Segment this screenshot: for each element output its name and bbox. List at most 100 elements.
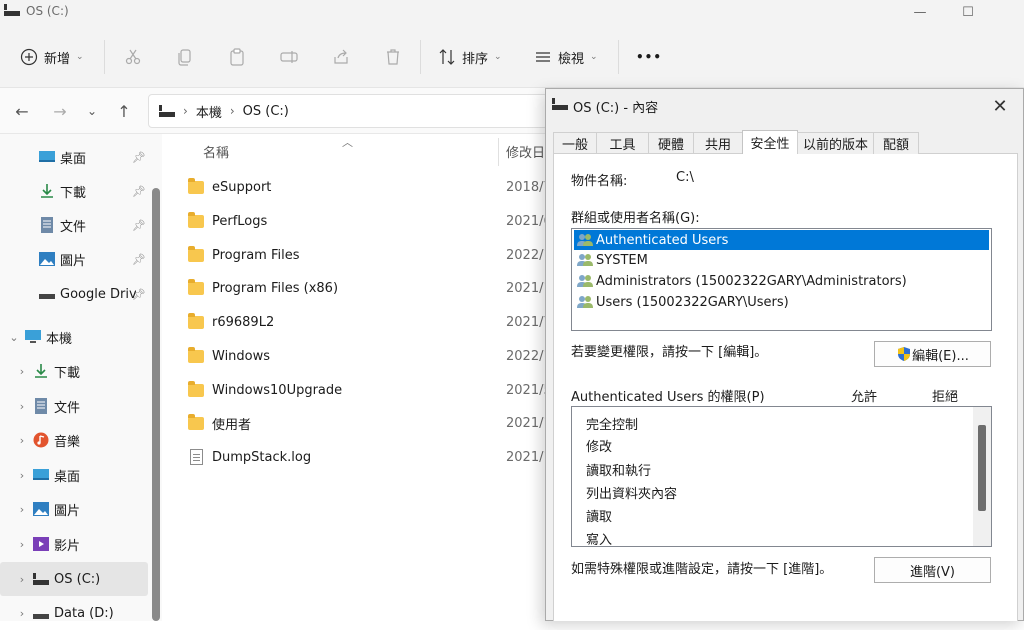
tab-quota[interactable]: 配額: [873, 132, 919, 154]
sidebar-item-google-drive[interactable]: Google Drive 📌︎: [0, 277, 148, 311]
file-name: eSupport: [212, 179, 272, 195]
users-group-icon: [577, 234, 593, 246]
edit-button[interactable]: 編輯(E)...: [874, 341, 991, 367]
file-date: 2021/5: [506, 382, 548, 398]
toolbar-divider: [618, 40, 619, 74]
uac-shield-icon: [898, 347, 911, 361]
folder-icon: [188, 312, 204, 329]
user-name: Authenticated Users: [596, 232, 729, 248]
toolbar-divider: [420, 40, 421, 74]
user-row-system[interactable]: SYSTEM: [574, 250, 989, 270]
drive-icon: [4, 4, 20, 16]
sort-ascending-icon: ︿: [342, 136, 353, 149]
drive-icon: [552, 98, 568, 110]
sidebar-item-pc-downloads[interactable]: › 下載: [0, 354, 148, 388]
file-row-dumpstack-log[interactable]: DumpStack.log 2021/1: [178, 440, 548, 474]
paste-button[interactable]: [220, 40, 254, 74]
desktop-icon: [39, 151, 55, 162]
file-date: 2018/7: [506, 179, 548, 195]
delete-button[interactable]: [376, 40, 410, 74]
paste-icon: [230, 48, 244, 66]
pin-icon: 📌︎: [132, 252, 146, 266]
sidebar-item-pc-documents[interactable]: › 文件: [0, 389, 148, 423]
minimize-button[interactable]: —: [898, 0, 942, 24]
sidebar-item-desktop[interactable]: 桌面 📌︎: [0, 140, 148, 174]
column-header-modified[interactable]: 修改日: [506, 142, 548, 161]
permission-write: 寫入: [586, 533, 613, 548]
command-bar: [0, 24, 1024, 88]
sidebar-item-label: 圖片: [54, 503, 81, 519]
pin-icon: 📌︎: [132, 184, 146, 198]
sidebar-item-pc-desktop[interactable]: › 桌面: [0, 458, 148, 492]
user-row-users[interactable]: Users (15002322GARY\Users): [574, 292, 989, 312]
more-options-button[interactable]: •••: [636, 40, 662, 74]
chevron-down-icon: ⌄: [590, 52, 598, 62]
tab-tools[interactable]: 工具: [596, 132, 649, 154]
users-group-icon: [577, 275, 593, 287]
file-date: 2021/1: [506, 280, 548, 296]
view-button[interactable]: 檢視 ⌄: [534, 40, 598, 74]
permissions-scrollbar-thumb[interactable]: [978, 425, 986, 511]
sidebar-item-pc-music[interactable]: › 音樂: [0, 423, 148, 457]
tab-previous-versions[interactable]: 以前的版本: [797, 132, 874, 154]
sidebar-item-data-d[interactable]: › Data (D:): [0, 596, 148, 630]
sidebar-item-pc-videos[interactable]: › 影片: [0, 527, 148, 561]
new-label: 新增: [44, 51, 71, 67]
breadcrumb-os-c[interactable]: OS (C:): [243, 104, 289, 119]
copy-icon: [178, 49, 191, 66]
groups-label: 群組或使用者名稱(G):: [571, 211, 700, 226]
column-divider[interactable]: [498, 138, 499, 166]
delete-icon: [387, 49, 399, 65]
file-row-r69689l2[interactable]: r69689L2 2021/7: [178, 305, 548, 339]
file-row-windows10upgrade[interactable]: Windows10Upgrade 2021/5: [178, 373, 548, 407]
cut-button[interactable]: [116, 40, 150, 74]
file-row-users[interactable]: 使用者 2021/1: [178, 406, 548, 440]
folder-icon: [188, 278, 204, 295]
forward-button[interactable]: →: [46, 96, 74, 126]
tab-hardware[interactable]: 硬體: [648, 132, 694, 154]
advanced-button[interactable]: 進階(V): [874, 557, 991, 583]
sidebar-item-pictures[interactable]: 圖片 📌︎: [0, 242, 148, 276]
close-button[interactable]: ✕: [988, 94, 1012, 118]
folder-icon: [188, 380, 204, 397]
tab-sharing[interactable]: 共用: [693, 132, 743, 154]
permission-modify: 修改: [586, 440, 613, 455]
sidebar-item-os-c[interactable]: › OS (C:): [0, 562, 148, 596]
share-button[interactable]: [324, 40, 358, 74]
rename-button[interactable]: [272, 40, 306, 74]
user-name: SYSTEM: [596, 252, 648, 268]
pictures-icon: [39, 252, 55, 266]
user-row-administrators[interactable]: Administrators (15002322GARY\Administrat…: [574, 271, 989, 291]
back-button[interactable]: ←: [8, 96, 36, 126]
user-row-authenticated-users[interactable]: Authenticated Users: [574, 230, 989, 250]
sidebar-item-this-pc[interactable]: ⌄ 本機: [0, 320, 148, 354]
new-button[interactable]: 新增 ⌄: [20, 40, 84, 74]
sidebar-item-pc-pictures[interactable]: › 圖片: [0, 492, 148, 526]
sidebar-scrollbar[interactable]: [152, 188, 160, 621]
file-date: 2022/1: [506, 348, 548, 364]
sidebar-item-downloads[interactable]: 下載 📌︎: [0, 174, 148, 208]
documents-icon: [35, 398, 47, 414]
recent-locations-button[interactable]: ⌄: [78, 96, 106, 126]
file-row-program-files-x86[interactable]: Program Files (x86) 2021/1: [178, 271, 548, 305]
file-row-perflogs[interactable]: PerfLogs 2021/6: [178, 204, 548, 238]
chevron-down-icon: ⌄: [76, 52, 84, 62]
chevron-right-icon: ›: [19, 364, 25, 378]
up-button[interactable]: ↑: [110, 96, 138, 126]
column-header-name[interactable]: 名稱: [203, 142, 229, 161]
chevron-down-icon: ⌄: [9, 330, 19, 344]
sidebar-item-label: Google Drive: [60, 286, 136, 302]
sidebar-item-documents[interactable]: 文件 📌︎: [0, 208, 148, 242]
file-row-esupport[interactable]: eSupport 2018/7: [178, 170, 548, 204]
pin-icon: 📌︎: [132, 218, 146, 232]
maximize-button[interactable]: ☐: [946, 0, 990, 24]
sidebar-item-label: 下載: [60, 185, 87, 201]
file-row-program-files[interactable]: Program Files 2022/1: [178, 238, 548, 272]
sort-button[interactable]: 排序 ⌄: [438, 40, 502, 74]
copy-button[interactable]: [168, 40, 202, 74]
address-bar[interactable]: › 本機 › OS (C:): [148, 94, 548, 128]
tab-general[interactable]: 一般: [553, 132, 597, 154]
breadcrumb-this-pc[interactable]: 本機: [196, 102, 222, 121]
file-row-windows[interactable]: Windows 2022/1: [178, 339, 548, 373]
tab-security[interactable]: 安全性: [742, 130, 798, 154]
